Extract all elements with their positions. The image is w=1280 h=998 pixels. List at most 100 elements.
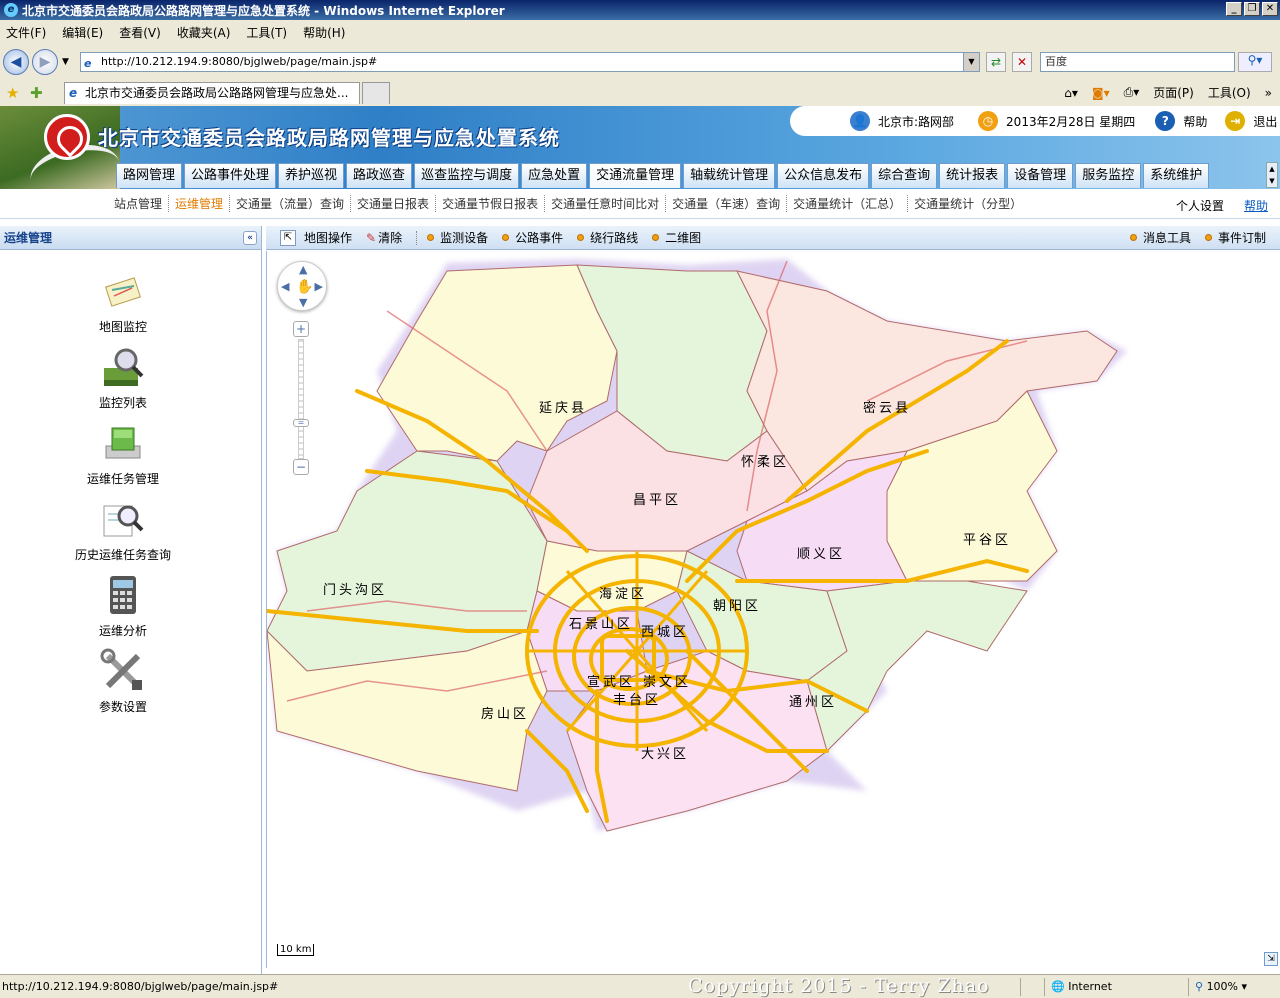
overview-toggle-icon[interactable]: ⇲ bbox=[1264, 952, 1278, 966]
nav-tab-0[interactable]: 路网管理 bbox=[116, 163, 183, 188]
subnav-item-8[interactable]: 交通量统计（分型） bbox=[907, 195, 1028, 212]
address-dropdown-icon[interactable]: ▼ bbox=[963, 53, 979, 71]
refresh-icon[interactable]: ⇄ bbox=[986, 52, 1006, 72]
current-date: 2013年2月28日 星期四 bbox=[1006, 114, 1136, 129]
nav-tab-13[interactable]: 系统维护 bbox=[1143, 163, 1210, 188]
minimize-button[interactable]: _ bbox=[1226, 2, 1242, 16]
pan-up-icon[interactable]: ▲ bbox=[299, 263, 307, 276]
subnav-help-link[interactable]: 帮助 bbox=[1244, 197, 1268, 214]
nav-tab-3[interactable]: 路政巡查 bbox=[346, 163, 413, 188]
nav-tab-2[interactable]: 养护巡视 bbox=[278, 163, 345, 188]
forward-button[interactable]: ▶ bbox=[32, 49, 58, 75]
pan-down-icon[interactable]: ▼ bbox=[299, 296, 307, 309]
event-subscribe-button[interactable]: 事件订制 bbox=[1204, 229, 1266, 246]
2d-map-button[interactable]: 二维图 bbox=[652, 229, 701, 246]
zoom-level[interactable]: ⚲ 100% ▾ bbox=[1188, 978, 1276, 996]
menu-tools[interactable]: 工具(T) bbox=[246, 24, 287, 41]
page-menu[interactable]: 页面(P) bbox=[1153, 84, 1194, 101]
history-dropdown-icon[interactable]: ▼ bbox=[62, 57, 69, 67]
label-daxing: 大兴区 bbox=[641, 747, 690, 762]
zoom-out-button[interactable]: − bbox=[293, 459, 309, 475]
zoom-in-button[interactable]: + bbox=[293, 321, 309, 337]
clock-icon: ◷ bbox=[978, 111, 999, 131]
message-tool-button[interactable]: 消息工具 bbox=[1129, 229, 1191, 246]
left-item-monitor-list[interactable]: 监控列表 bbox=[60, 344, 186, 411]
favorites-star-icon[interactable]: ★ bbox=[6, 84, 19, 102]
detour-button[interactable]: 绕行路线 bbox=[577, 229, 638, 246]
stop-icon[interactable]: ✕ bbox=[1012, 52, 1032, 72]
subnav-item-3[interactable]: 交通量日报表 bbox=[350, 195, 435, 212]
map-operation-button[interactable]: 地图操作 bbox=[304, 229, 352, 246]
label-mentougou: 门头沟区 bbox=[323, 583, 388, 598]
nav-tab-7[interactable]: 轴载统计管理 bbox=[683, 163, 776, 188]
zoom-slider-handle[interactable]: = bbox=[293, 419, 309, 427]
browser-tab[interactable]: e 北京市交通委员会路政局公路路网管理与应急处... bbox=[64, 82, 360, 104]
nav-tab-10[interactable]: 统计报表 bbox=[939, 163, 1006, 188]
nav-tab-5[interactable]: 应急处置 bbox=[521, 163, 588, 188]
subnav-item-6[interactable]: 交通量（车速）查询 bbox=[665, 195, 786, 212]
logout-icon[interactable]: ⇥ bbox=[1225, 111, 1246, 131]
map-view[interactable]: 延庆县 密云县 怀柔区 昌平区 平谷区 顺义区 门头沟区 海淀区 朝阳区 石景山… bbox=[266, 251, 1280, 968]
home-icon[interactable]: ⌂▾ bbox=[1064, 86, 1078, 100]
left-item-task-manage[interactable]: 运维任务管理 bbox=[60, 420, 186, 487]
tools-icon bbox=[100, 648, 146, 694]
zoom-track[interactable] bbox=[298, 339, 304, 459]
subnav-item-7[interactable]: 交通量统计（汇总） bbox=[786, 195, 907, 212]
nav-tab-4[interactable]: 巡查监控与调度 bbox=[414, 163, 520, 188]
restore-button[interactable]: ❐ bbox=[1244, 2, 1260, 16]
subnav-item-2[interactable]: 交通量（流量）查询 bbox=[229, 195, 350, 212]
road-event-button[interactable]: 公路事件 bbox=[502, 229, 563, 246]
pan-right-icon[interactable]: ▶ bbox=[315, 280, 323, 293]
expand-icon[interactable]: ⇱ bbox=[280, 229, 296, 246]
clear-button[interactable]: ✎ 清除 bbox=[366, 229, 402, 246]
pan-control[interactable]: ▲ ◀ ✋ ▶ ▼ bbox=[277, 261, 327, 311]
menu-favorites[interactable]: 收藏夹(A) bbox=[177, 24, 231, 41]
monitor-device-button[interactable]: 监测设备 bbox=[427, 229, 488, 246]
tools-menu[interactable]: 工具(O) bbox=[1208, 84, 1251, 101]
nav-tab-11[interactable]: 设备管理 bbox=[1007, 163, 1074, 188]
tab-bar: ★ ✚ e 北京市交通委员会路政局公路路网管理与应急处... ⌂▾ ◙▾ ⎙▾ … bbox=[0, 80, 1280, 106]
add-favorite-icon[interactable]: ✚ bbox=[30, 84, 43, 102]
collapse-panel-icon[interactable]: « bbox=[243, 231, 257, 245]
subnav-item-5[interactable]: 交通量任意时间比对 bbox=[544, 195, 665, 212]
feeds-icon[interactable]: ◙▾ bbox=[1092, 86, 1110, 100]
address-field[interactable]: e http://10.212.194.9:8080/bjglweb/page/… bbox=[80, 52, 980, 72]
menu-help[interactable]: 帮助(H) bbox=[303, 24, 345, 41]
logout-link[interactable]: 退出 bbox=[1253, 113, 1277, 130]
help-icon[interactable]: ? bbox=[1155, 111, 1176, 131]
user-name: 北京市:路网部 bbox=[878, 114, 955, 129]
left-item-history-query[interactable]: 历史运维任务查询 bbox=[60, 496, 186, 563]
subnav-item-1[interactable]: 运维管理 bbox=[168, 195, 229, 212]
beijing-district-map[interactable] bbox=[267, 251, 1280, 968]
close-button[interactable]: ✕ bbox=[1262, 2, 1278, 16]
back-button[interactable]: ◀ bbox=[3, 49, 29, 75]
new-tab-button[interactable] bbox=[362, 82, 390, 104]
left-item-map-monitor[interactable]: 地图监控 bbox=[60, 268, 186, 335]
left-item-analysis[interactable]: 运维分析 bbox=[60, 572, 186, 639]
search-icon[interactable]: ⚲▾ bbox=[1238, 52, 1272, 72]
left-item-params[interactable]: 参数设置 bbox=[60, 648, 186, 715]
nav-tab-1[interactable]: 公路事件处理 bbox=[184, 163, 277, 188]
task-manage-icon bbox=[100, 420, 146, 466]
menu-file[interactable]: 文件(F) bbox=[6, 24, 46, 41]
status-bar: http://10.212.194.9:8080/bjglweb/page/ma… bbox=[0, 974, 1280, 998]
help-link[interactable]: 帮助 bbox=[1183, 113, 1207, 130]
nav-tab-6[interactable]: 交通流量管理 bbox=[589, 163, 682, 188]
pan-left-icon[interactable]: ◀ bbox=[281, 280, 289, 293]
nav-tab-9[interactable]: 综合查询 bbox=[871, 163, 938, 188]
menu-view[interactable]: 查看(V) bbox=[119, 24, 161, 41]
nav-tab-12[interactable]: 服务监控 bbox=[1075, 163, 1142, 188]
eraser-icon: ✎ bbox=[366, 230, 377, 245]
subnav-item-0[interactable]: 站点管理 bbox=[108, 195, 168, 212]
menu-edit[interactable]: 编辑(E) bbox=[62, 24, 103, 41]
print-icon[interactable]: ⎙▾ bbox=[1124, 85, 1140, 100]
system-title: 北京市交通委员会路政局路网管理与应急处置系统 bbox=[98, 126, 560, 150]
subnav-item-4[interactable]: 交通量节假日报表 bbox=[435, 195, 544, 212]
nav-tab-8[interactable]: 公众信息发布 bbox=[777, 163, 870, 188]
chevron-right-icon[interactable]: » bbox=[1265, 86, 1272, 100]
ie-logo-icon: e bbox=[4, 3, 18, 17]
personal-settings-link[interactable]: 个人设置 bbox=[1176, 197, 1224, 214]
page-icon: e bbox=[84, 57, 92, 70]
nav-scroll-button[interactable]: ▲ ▼ bbox=[1266, 162, 1278, 188]
search-input[interactable]: 百度 bbox=[1040, 52, 1235, 72]
